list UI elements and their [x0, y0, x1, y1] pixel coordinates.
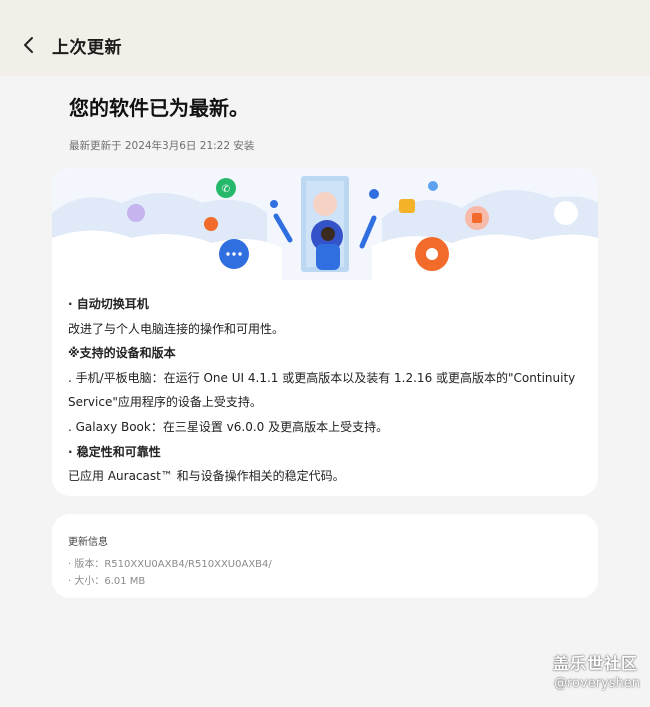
status-headline: 您的软件已为最新。: [69, 96, 249, 120]
note-line: 改进了与个人电脑连接的操作和可用性。: [68, 321, 285, 336]
watermark-handle: @roveryshen: [554, 676, 640, 691]
watermark-brand: 盖乐世社区: [552, 654, 638, 673]
flower-icon: [415, 237, 449, 271]
release-notes-text: · 自动切换耳机 改进了与个人电脑连接的操作和可用性。 ※支持的设备和版本 . …: [68, 292, 584, 489]
note-line: · 自动切换耳机: [68, 297, 149, 311]
update-info-card: 更新信息 · 版本：R510XXU0AXB4/R510XXU0AXB4/ · 大…: [52, 514, 598, 598]
note-line: ※支持的设备和版本: [68, 346, 176, 361]
version-info: · 版本：R510XXU0AXB4/R510XXU0AXB4/: [68, 559, 272, 570]
size-info: · 大小：6.01 MB: [68, 576, 146, 587]
note-line: . 手机/平板电脑：在运行 One UI 4.1.1 或更高版本以及装有 1.2…: [68, 370, 576, 410]
update-info-title: 更新信息: [68, 537, 108, 548]
update-banner-illustration: ✆: [52, 168, 598, 280]
note-line: 已应用 Auracast™ 和与设备操作相关的稳定代码。: [68, 469, 345, 484]
chat-icon: [219, 239, 249, 269]
note-line: · 稳定性和可靠性: [68, 444, 161, 459]
phone-icon: ✆: [216, 178, 236, 198]
back-button[interactable]: [14, 30, 44, 60]
folder-icon: [399, 199, 415, 213]
chevron-left-icon: [22, 36, 36, 54]
page-title: 上次更新: [52, 38, 122, 58]
app-bar: 上次更新: [0, 0, 650, 76]
settings-icon: [465, 206, 489, 230]
note-line: . Galaxy Book：在三星设置 v6.0.0 及更高版本上受支持。: [68, 419, 389, 434]
svg-text:✆: ✆: [222, 184, 230, 195]
page: 上次更新 您的软件已为最新。 最新更新于 2024年3月6日 21:22 安装 …: [0, 0, 650, 707]
release-notes-card: ✆ · 自动切换耳机 改进了与个人电脑连接的操作和可用性。 ※支持的设备和版本 …: [52, 168, 598, 496]
last-update-time: 最新更新于 2024年3月6日 21:22 安装: [69, 140, 255, 152]
